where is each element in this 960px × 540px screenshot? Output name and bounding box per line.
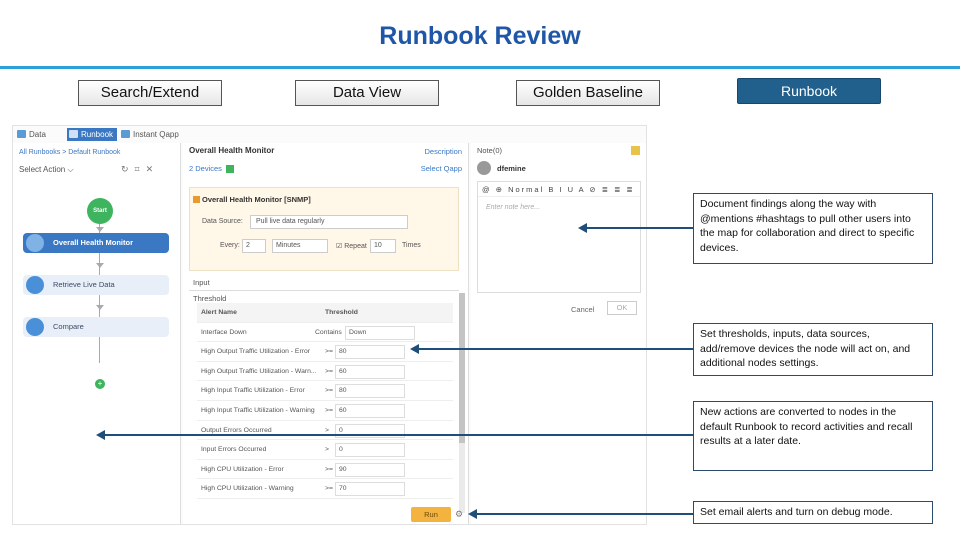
app-tab-runbook[interactable]: Runbook xyxy=(67,128,117,141)
flow-node-compare[interactable]: Compare xyxy=(23,317,169,337)
app-tab-instant-qapp[interactable]: Instant Qapp xyxy=(119,128,181,141)
note-editor[interactable]: @ ⊕ Normal B I U A ⊘ ≣ ≣ ≣ Enter note he… xyxy=(477,181,641,293)
every-input[interactable]: 2 xyxy=(242,239,266,253)
flow-node-overall-health-monitor[interactable]: Overall Health Monitor xyxy=(23,233,169,253)
runbook-flow-panel: All Runbooks > Default Runbook Select Ac… xyxy=(13,143,181,524)
table-row: High Input Traffic Utilization - Warning… xyxy=(197,401,453,421)
table-row: High CPU Utilization - Warning >= 70 xyxy=(197,479,453,499)
arrow-left-icon xyxy=(578,223,587,233)
data-source-select[interactable]: Pull live data regularly xyxy=(250,215,408,229)
connector-notes xyxy=(586,227,693,229)
data-source-label: Data Source: xyxy=(202,218,243,225)
page-title: Runbook Review xyxy=(379,22,581,50)
close-icon[interactable]: ✕ xyxy=(146,164,160,174)
table-row: High CPU Utilization - Error >= 90 xyxy=(197,460,453,480)
breadcrumb[interactable]: All Runbooks > Default Runbook xyxy=(19,149,120,156)
interval-unit-select[interactable]: Minutes xyxy=(272,239,328,253)
add-node-icon[interactable]: + xyxy=(95,379,105,389)
scroll-thumb[interactable] xyxy=(459,293,465,443)
description-link[interactable]: Description xyxy=(424,147,462,156)
input-section-header[interactable]: Input xyxy=(189,275,459,291)
tab-golden-baseline[interactable]: Golden Baseline xyxy=(516,80,660,106)
times-label: Times xyxy=(402,242,421,249)
select-qapp-link[interactable]: Select Qapp xyxy=(421,164,462,173)
add-note-icon[interactable] xyxy=(631,146,640,155)
arrow-left-icon xyxy=(468,509,477,519)
table-row: High Input Traffic Utilization - Error >=… xyxy=(197,381,453,401)
node-settings-panel: Overall Health Monitor Description 2 Dev… xyxy=(183,143,469,524)
table-row: Interface Down Contains Down xyxy=(197,323,453,343)
arrow-left-icon xyxy=(96,430,105,440)
flow-toolbar: ↻⌗✕ xyxy=(121,164,159,175)
app-top-tabs: Data View Runbook Instant Qapp xyxy=(13,126,181,152)
connector-alerts xyxy=(476,513,693,515)
arrow-left-icon xyxy=(410,344,419,354)
flow-node-retrieve-live-data[interactable]: Retrieve Live Data xyxy=(23,275,169,295)
repeat-input[interactable]: 10 xyxy=(370,239,396,253)
title-divider xyxy=(0,66,960,69)
threshold-label: Threshold xyxy=(193,294,227,303)
start-node[interactable]: Start xyxy=(87,198,113,224)
table-header: Alert Name Threshold xyxy=(197,303,453,323)
monitor-config-box: Overall Health Monitor [SNMP] Data Sourc… xyxy=(189,187,459,271)
data-view-icon xyxy=(17,130,26,138)
collapse-icon[interactable] xyxy=(193,196,200,203)
flow-arrow xyxy=(96,305,104,310)
editor-toolbar[interactable]: @ ⊕ Normal B I U A ⊘ ≣ ≣ ≣ xyxy=(478,182,640,197)
database-icon xyxy=(26,276,44,294)
avatar xyxy=(477,161,491,175)
gear-icon[interactable]: ⚙ xyxy=(455,509,463,520)
qapp-icon xyxy=(121,130,130,138)
connector-nodes xyxy=(104,434,693,436)
refresh-icon[interactable]: ↻ xyxy=(121,164,135,174)
fit-icon[interactable]: ⌗ xyxy=(135,164,146,174)
connector-thresholds xyxy=(418,348,693,350)
cancel-button[interactable]: Cancel xyxy=(571,305,594,314)
chevron-down-icon: ⌵ xyxy=(67,165,74,174)
monitor-icon xyxy=(26,234,44,252)
scale-icon xyxy=(26,318,44,336)
check-icon xyxy=(225,165,234,174)
notes-header: Note(0) xyxy=(477,146,503,155)
tab-search-extend[interactable]: Search/Extend xyxy=(78,80,222,106)
every-label: Every: xyxy=(220,242,240,249)
callout-notes: Document findings along the way with @me… xyxy=(693,193,933,264)
monitor-title: Overall Health Monitor [SNMP] xyxy=(202,195,311,204)
run-button[interactable]: Run xyxy=(411,507,451,522)
node-title: Overall Health Monitor xyxy=(189,146,275,155)
callout-alerts: Set email alerts and turn on debug mode. xyxy=(693,501,933,524)
note-user: dfemine xyxy=(497,164,526,173)
threshold-scrollbar[interactable] xyxy=(459,293,465,513)
select-action-dropdown[interactable]: Select Action ⌵ xyxy=(19,165,74,175)
runbook-icon xyxy=(69,130,78,138)
tab-runbook[interactable]: Runbook xyxy=(737,78,881,104)
note-placeholder: Enter note here... xyxy=(486,204,541,211)
callout-nodes: New actions are converted to nodes in th… xyxy=(693,401,933,471)
flow-arrow xyxy=(96,227,104,232)
table-row: High Output Traffic Utilization - Warn..… xyxy=(197,362,453,382)
callout-thresholds: Set thresholds, inputs, data sources, ad… xyxy=(693,323,933,376)
flow-arrow xyxy=(96,263,104,268)
table-row: Input Errors Occurred >0 xyxy=(197,440,453,460)
table-row: Output Errors Occurred >0 xyxy=(197,421,453,441)
app-tab-data-view[interactable]: Data View xyxy=(15,128,65,152)
ok-button[interactable]: OK xyxy=(607,301,637,315)
devices-link[interactable]: 2 Devices xyxy=(189,164,234,174)
notes-panel: Note(0) dfemine @ ⊕ Normal B I U A ⊘ ≣ ≣… xyxy=(471,143,646,524)
runbook-screenshot: Data View Runbook Instant Qapp All Runbo… xyxy=(12,125,647,525)
repeat-checkbox[interactable]: ☑ Repeat xyxy=(336,242,367,250)
tab-data-view[interactable]: Data View xyxy=(295,80,439,106)
threshold-table: Alert Name Threshold Interface Down Conta… xyxy=(197,303,453,499)
